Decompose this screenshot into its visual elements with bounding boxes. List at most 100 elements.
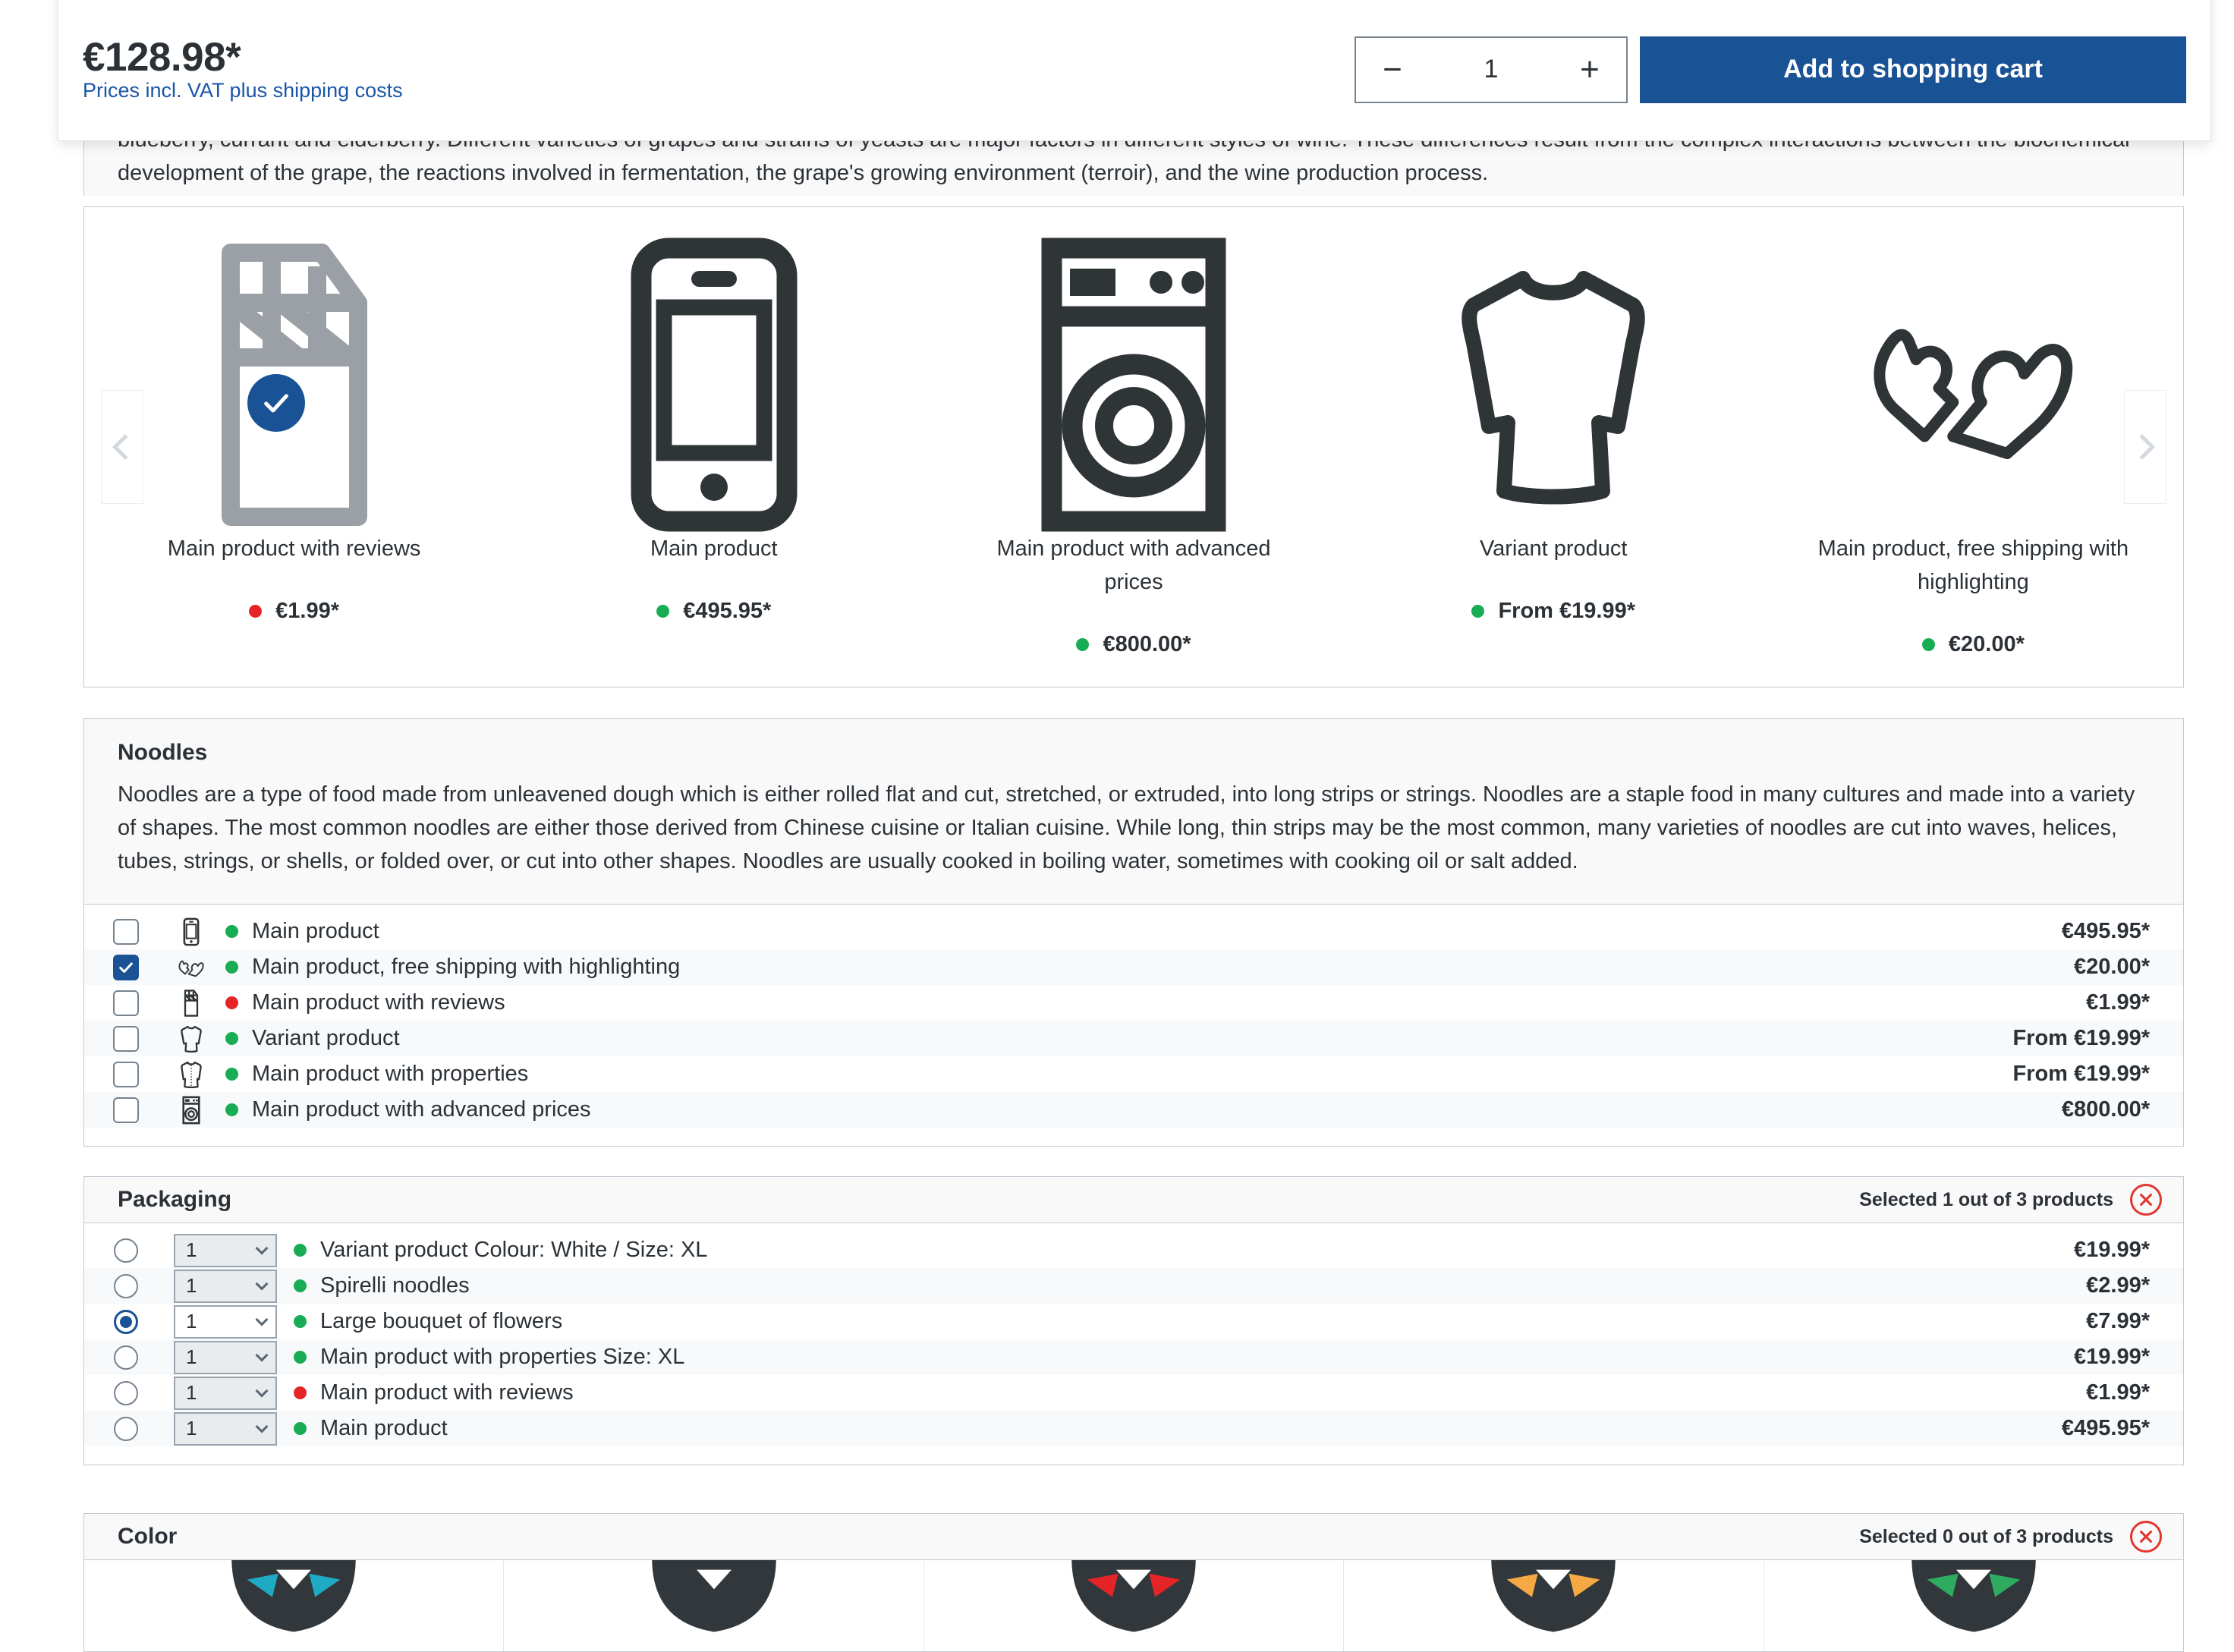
table-row[interactable]: Main product €495.95*: [84, 914, 2183, 949]
row-price: €495.95*: [2061, 919, 2150, 943]
stock-status-dot: [225, 1103, 238, 1116]
color-clear-button[interactable]: [2130, 1521, 2162, 1553]
color-tile[interactable]: [924, 1560, 1345, 1651]
option-radio[interactable]: [114, 1380, 138, 1405]
mittens-icon: [1874, 329, 2073, 459]
row-control: [84, 1238, 168, 1263]
option-checkbox[interactable]: [113, 990, 139, 1016]
row-label: Spirelli noodles: [320, 1273, 470, 1298]
row-product-thumbnail: [168, 951, 215, 984]
table-row[interactable]: Main product with reviews €1.99*: [84, 985, 2183, 1021]
row-control: [84, 954, 168, 980]
row-label: Main product, free shipping with highlig…: [252, 955, 681, 979]
row-quantity-value: 1: [186, 1381, 197, 1404]
row-label-cell: Main product: [225, 919, 2062, 944]
table-row[interactable]: Variant product From €19.99*: [84, 1021, 2183, 1056]
row-label: Main product with advanced prices: [252, 1097, 591, 1122]
stock-status-dot: [225, 925, 238, 938]
quantity-input[interactable]: 1: [1429, 55, 1553, 84]
carousel-item[interactable]: Main product with advanced prices €800.0…: [923, 238, 1343, 657]
carousel-item-price-row: €495.95*: [656, 599, 771, 624]
row-price: €19.99*: [2074, 1238, 2150, 1262]
stock-status-dot: [294, 1351, 307, 1364]
option-checkbox[interactable]: [113, 1061, 139, 1087]
packaging-clear-button[interactable]: [2130, 1184, 2162, 1216]
chevron-left-icon: [112, 434, 138, 460]
carousel-track: Main product with reviews €1.99* Main pr…: [84, 207, 2183, 687]
option-checkbox[interactable]: [113, 918, 139, 945]
row-label-cell: Large bouquet of flowers: [294, 1309, 2086, 1334]
option-radio[interactable]: [114, 1273, 138, 1298]
carousel-item-price-row: €20.00*: [1921, 632, 2025, 657]
carousel-item[interactable]: Main product, free shipping with highlig…: [1764, 241, 2183, 657]
table-row[interactable]: 1 Large bouquet of flowers €7.99*: [84, 1304, 2183, 1339]
color-tile[interactable]: [504, 1560, 924, 1651]
table-row[interactable]: Main product, free shipping with highlig…: [84, 949, 2183, 985]
option-radio[interactable]: [114, 1309, 138, 1334]
add-to-cart-button[interactable]: Add to shopping cart: [1640, 36, 2186, 103]
row-label-cell: Main product with properties Size: XL: [294, 1345, 2074, 1370]
price-block: €128.98* Prices incl. VAT plus shipping …: [83, 0, 403, 102]
color-title: Color: [118, 1524, 178, 1549]
row-price: From €19.99*: [2012, 1026, 2150, 1050]
row-quantity-select[interactable]: 1: [174, 1340, 277, 1374]
smartphone-icon: [183, 917, 200, 946]
row-label: Main product with properties Size: XL: [320, 1345, 685, 1369]
table-row[interactable]: 1 Main product with reviews €1.99*: [84, 1375, 2183, 1411]
carousel-item[interactable]: Variant product From €19.99*: [1344, 241, 1764, 624]
row-label-cell: Variant product Colour: White / Size: XL: [294, 1238, 2074, 1263]
stock-status-dot: [249, 605, 263, 618]
row-label-cell: Variant product: [225, 1026, 2012, 1051]
noodles-panel: Noodles Noodles are a type of food made …: [83, 718, 2184, 1147]
table-row[interactable]: 1 Variant product Colour: White / Size: …: [84, 1232, 2183, 1268]
chevron-down-icon: [255, 1348, 269, 1362]
carousel-item-image: [600, 238, 828, 532]
carousel-prev-button[interactable]: [101, 390, 143, 504]
table-row[interactable]: 1 Spirelli noodles €2.99*: [84, 1268, 2183, 1304]
color-tile[interactable]: [1764, 1560, 2183, 1651]
option-radio[interactable]: [114, 1238, 138, 1263]
option-checkbox[interactable]: [113, 954, 139, 980]
row-control: [84, 1025, 168, 1052]
packaging-header-actions: Selected 1 out of 3 products: [1859, 1184, 2162, 1216]
color-selected-count: Selected 0 out of 3 products: [1859, 1525, 2113, 1547]
option-checkbox[interactable]: [113, 1097, 139, 1123]
chevron-down-icon: [255, 1420, 269, 1433]
row-quantity-select[interactable]: 1: [174, 1233, 277, 1267]
row-quantity-select[interactable]: 1: [174, 1269, 277, 1303]
option-checkbox[interactable]: [113, 1025, 139, 1052]
row-quantity-select[interactable]: 1: [174, 1376, 277, 1410]
table-row[interactable]: Main product with advanced prices €800.0…: [84, 1092, 2183, 1128]
table-row[interactable]: 1 Main product €495.95*: [84, 1411, 2183, 1446]
color-tile[interactable]: [1344, 1560, 1764, 1651]
carousel-item-image: [1440, 241, 1667, 529]
packaging-title: Packaging: [118, 1187, 232, 1212]
carousel-item[interactable]: Main product with reviews €1.99*: [84, 241, 504, 624]
row-label: Main product with reviews: [252, 990, 505, 1015]
stock-status-dot: [294, 1386, 307, 1399]
row-quantity-select[interactable]: 1: [174, 1304, 277, 1339]
row-quantity-select[interactable]: 1: [174, 1411, 277, 1446]
stock-status-dot: [225, 1032, 238, 1045]
table-row[interactable]: Main product with properties From €19.99…: [84, 1056, 2183, 1092]
quantity-decrement-icon[interactable]: −: [1356, 38, 1429, 102]
sticky-buy-box: €128.98* Prices incl. VAT plus shipping …: [58, 0, 2211, 141]
quantity-increment-icon[interactable]: +: [1553, 38, 1626, 102]
quantity-stepper[interactable]: − 1 +: [1355, 36, 1628, 103]
chocolate-bar-icon: [184, 989, 199, 1017]
option-radio[interactable]: [114, 1345, 138, 1370]
color-tile[interactable]: [84, 1560, 505, 1651]
carousel-item-price: €1.99*: [275, 599, 340, 623]
close-icon: [2140, 1531, 2152, 1543]
mittens-icon: [178, 960, 204, 977]
table-row[interactable]: 1 Main product with properties Size: XL …: [84, 1339, 2183, 1375]
color-header: Color Selected 0 out of 3 products: [84, 1514, 2183, 1560]
carousel-item[interactable]: Main product €495.95*: [504, 238, 923, 624]
option-radio[interactable]: [114, 1416, 138, 1441]
carousel-next-button[interactable]: [2124, 390, 2166, 504]
row-label: Main product with reviews: [320, 1380, 574, 1405]
stock-status-dot: [1076, 638, 1090, 651]
carousel-item-image: [181, 241, 408, 529]
vat-shipping-link[interactable]: Prices incl. VAT plus shipping costs: [83, 79, 403, 102]
row-control: [84, 1309, 168, 1334]
